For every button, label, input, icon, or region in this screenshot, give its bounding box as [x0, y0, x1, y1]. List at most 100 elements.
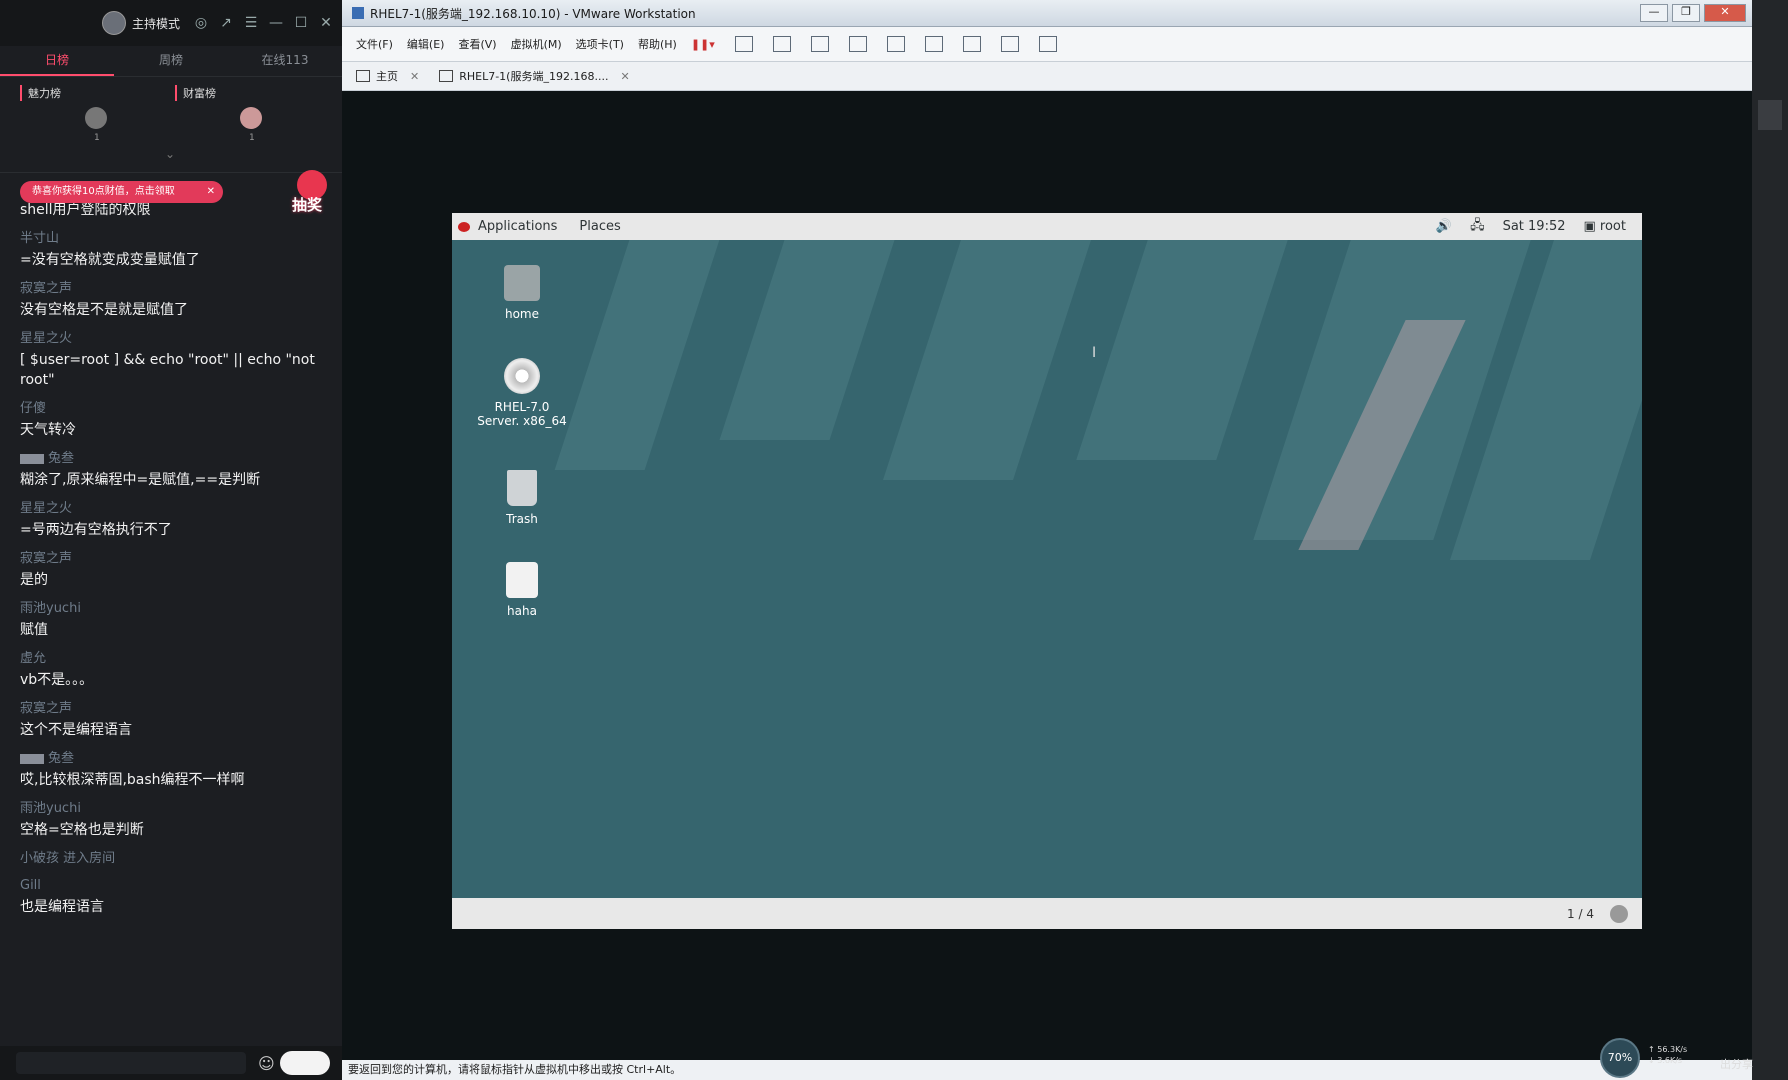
- chat-message: 星星之火 =号两边有空格执行不了: [20, 500, 320, 540]
- menu-file[interactable]: 文件(F): [356, 36, 393, 52]
- guest-desktop[interactable]: home RHEL-7.0 Server. x86_64 Trash haha …: [452, 240, 1642, 898]
- external-link-icon[interactable]: ↗: [218, 15, 234, 31]
- menu-tabs[interactable]: 选项卡(T): [576, 36, 624, 52]
- clock[interactable]: Sat 19:52: [1503, 219, 1566, 234]
- network-icon[interactable]: 🖧: [1470, 216, 1485, 238]
- revert-snapshot-icon[interactable]: [810, 36, 829, 52]
- workspace-indicator[interactable]: 1 / 4: [1567, 907, 1594, 921]
- guest-screen[interactable]: Applications Places 🔊 🖧 Sat 19:52 ▣ root…: [452, 213, 1642, 929]
- send-button[interactable]: [280, 1051, 330, 1075]
- emoji-icon[interactable]: ☺: [258, 1054, 275, 1073]
- chat-text: =没有空格就变成变量赋值了: [20, 252, 200, 268]
- wealth-rank-avatar[interactable]: [240, 107, 262, 129]
- tab-home[interactable]: 主页 ✕: [356, 68, 419, 84]
- vmware-app-icon: [352, 7, 364, 19]
- user-badge-icon: [20, 753, 44, 764]
- snapshot-manager-icon[interactable]: [848, 36, 867, 52]
- chat-input[interactable]: [16, 1052, 246, 1074]
- reward-banner[interactable]: 恭喜你获得10点财值，点击领取 ✕: [20, 181, 223, 203]
- chat-username[interactable]: 寂寞之声: [20, 550, 320, 567]
- chat-text: vb不是。。。: [20, 672, 94, 688]
- chat-username[interactable]: 兔叁: [20, 450, 320, 467]
- target-icon[interactable]: ◎: [193, 15, 209, 31]
- folder-home-icon: [504, 265, 540, 301]
- volume-icon[interactable]: 🔊: [1436, 219, 1452, 234]
- chat-username[interactable]: 半寸山: [20, 230, 320, 247]
- chat-text: 这个不是编程语言: [20, 722, 132, 738]
- chat-text: 空格=空格也是判断: [20, 822, 144, 838]
- menu-view[interactable]: 查看(V): [458, 36, 496, 52]
- chat-username[interactable]: 寂寞之声: [20, 700, 320, 717]
- gnome-top-bar: Applications Places 🔊 🖧 Sat 19:52 ▣ root: [452, 213, 1642, 240]
- chat-username[interactable]: 小破孩 进入房间: [20, 850, 320, 867]
- chat-username-text: 仔傻: [20, 401, 47, 416]
- user-menu[interactable]: ▣ root: [1584, 219, 1627, 234]
- menu-vm[interactable]: 虚拟机(M): [511, 36, 562, 52]
- chevron-down-icon[interactable]: ⌄: [165, 147, 175, 161]
- places-menu[interactable]: Places: [579, 219, 620, 234]
- chat-username[interactable]: 星星之火: [20, 330, 320, 347]
- chat-username-text: Gill: [20, 878, 41, 893]
- share-button[interactable]: 出分享: [1720, 1056, 1753, 1072]
- vmware-titlebar: RHEL7-1(服务端_192.168.10.10) - VMware Work…: [342, 0, 1752, 27]
- chat-text: =号两边有空格执行不了: [20, 522, 172, 538]
- pause-icon[interactable]: ❚❚▾: [691, 38, 715, 51]
- chat-username[interactable]: 寂寞之声: [20, 280, 320, 297]
- chat-text: 赋值: [20, 622, 48, 638]
- charm-rank-avatar[interactable]: [85, 107, 107, 129]
- tab-online[interactable]: 在线113: [228, 46, 342, 76]
- chat-username[interactable]: Gill: [20, 877, 320, 894]
- minimize-icon[interactable]: —: [268, 15, 284, 31]
- maximize-icon[interactable]: ☐: [293, 15, 309, 31]
- unity-icon[interactable]: [1000, 36, 1019, 52]
- minimize-button[interactable]: —: [1640, 4, 1668, 22]
- tab-daily[interactable]: 日榜: [0, 46, 114, 76]
- chat-username[interactable]: 兔叁: [20, 750, 320, 767]
- chat-text: 哎,比较根深蒂固,bash编程不一样啊: [20, 772, 245, 788]
- menu-help[interactable]: 帮助(H): [638, 36, 677, 52]
- close-button[interactable]: ✕: [1704, 4, 1746, 22]
- tab-close-icon[interactable]: ✕: [410, 70, 419, 83]
- redhat-icon: [458, 221, 470, 232]
- applications-menu[interactable]: Applications: [478, 219, 557, 234]
- host-mode[interactable]: 主持模式: [101, 11, 180, 35]
- chat-username[interactable]: 虚允: [20, 650, 320, 667]
- chat-message: 半寸山 =没有空格就变成变量赋值了: [20, 230, 320, 270]
- library-icon[interactable]: [886, 36, 905, 52]
- wealth-rank-label[interactable]: 财富榜: [175, 85, 216, 101]
- network-speed-ball[interactable]: 70%: [1600, 1038, 1640, 1078]
- lottery-button[interactable]: 抽奖: [292, 170, 332, 218]
- chat-username-text: 寂寞之声: [20, 551, 73, 566]
- fullscreen-icon[interactable]: [962, 36, 981, 52]
- tab-weekly[interactable]: 周榜: [114, 46, 228, 76]
- chat-text: 没有空格是不是就是赋值了: [20, 302, 188, 318]
- banner-close-icon[interactable]: ✕: [207, 181, 215, 203]
- chat-username[interactable]: 雨池yuchi: [20, 800, 320, 817]
- chat-message: 寂寞之声 是的: [20, 550, 320, 590]
- tab-close-icon[interactable]: ✕: [620, 70, 629, 83]
- charm-rank-label[interactable]: 魅力榜: [20, 85, 61, 101]
- desktop-icon-trash[interactable]: Trash: [477, 470, 567, 526]
- chat-username-text: 虚允: [20, 651, 47, 666]
- rank-section: 魅力榜 财富榜 1 1 ⌄: [0, 77, 342, 173]
- desktop-icon-haha[interactable]: haha: [477, 562, 567, 618]
- chat-username-text: 寂寞之声: [20, 281, 73, 296]
- menu-edit[interactable]: 编辑(E): [407, 36, 445, 52]
- menu-icon[interactable]: ☰: [243, 15, 259, 31]
- restore-button[interactable]: ❐: [1672, 4, 1700, 22]
- chat-username-text: 星星之火: [20, 501, 73, 516]
- wallpaper-shape: [883, 240, 1091, 480]
- snapshot-icon[interactable]: [772, 36, 791, 52]
- stretch-icon[interactable]: [1038, 36, 1057, 52]
- tab-vm[interactable]: RHEL7-1(服务端_192.168.... ✕: [439, 68, 630, 84]
- desktop-icon-rhel-disc[interactable]: RHEL-7.0 Server. x86_64: [477, 358, 567, 428]
- send-ctrl-alt-del-icon[interactable]: [734, 36, 753, 52]
- console-view-icon[interactable]: [924, 36, 943, 52]
- close-icon[interactable]: ✕: [318, 15, 334, 31]
- message-tray-icon[interactable]: [1610, 904, 1628, 923]
- chat-username[interactable]: 雨池yuchi: [20, 600, 320, 617]
- gnome-bottom-bar: 1 / 4: [452, 898, 1642, 929]
- chat-username[interactable]: 星星之火: [20, 500, 320, 517]
- desktop-icon-home[interactable]: home: [477, 265, 567, 321]
- chat-username[interactable]: 仔傻: [20, 400, 320, 417]
